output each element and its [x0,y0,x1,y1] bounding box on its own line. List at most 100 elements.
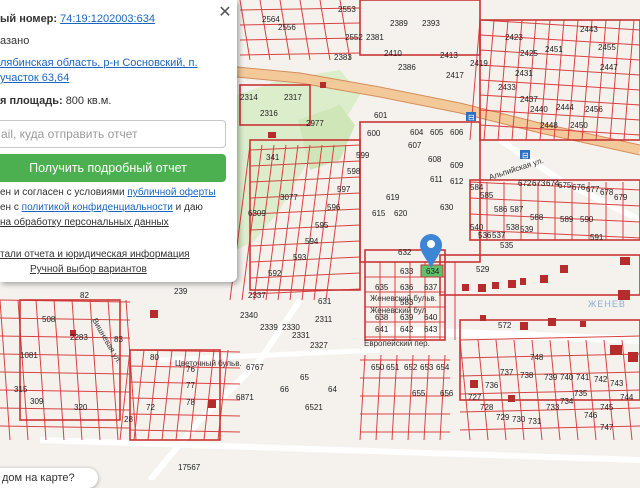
parcel-label: 590 [580,215,594,224]
parcel-label: 2381 [366,33,384,42]
parcel-label: 64 [328,385,337,394]
parcel-label: 592 [268,269,282,278]
consent-text: ен с [0,202,19,213]
parcel-label: 607 [408,141,422,150]
parcel-label: 740 [560,373,574,382]
cad-number-row: ый номер: 74:19:1202003:634 [0,13,155,25]
parcel-label: 2283 [70,333,88,342]
manual-selection-link[interactable]: Ручной выбор вариантов [30,264,147,275]
parcel-label: 612 [450,177,464,186]
parcel-label: 599 [356,151,370,160]
parcel-label: 601 [374,111,388,120]
parcel-label: 540 [470,223,484,232]
parcel-label: 2339 [260,323,278,332]
bus-stop-icon: ⊟ [466,112,476,122]
road-label: Женевский бульв. [370,294,437,303]
area-label: я площадь: [0,95,63,107]
parcel-label: 2450 [570,121,588,130]
parcel-label: 677 [586,185,600,194]
parcel-label: 78 [186,398,195,407]
parcel-label: 2455 [598,43,616,52]
parcel-label: 738 [520,371,534,380]
parcel-label: 2331 [292,331,310,340]
parcel-label: 6521 [305,403,323,412]
parcel-label: 620 [394,209,408,218]
parcel-label: 731 [528,417,542,426]
parcel-label: 634 [426,267,440,276]
road-label: Цветочный бульв. [175,359,242,368]
parcel-info-panel: ✕ ый номер: 74:19:1202003:634 азано ляби… [0,0,237,282]
parcel-label: 2552 [345,33,363,42]
svg-text:⊟: ⊟ [468,113,475,122]
address-line-1[interactable]: лябинская область, р-н Сосновский, п. [0,57,198,69]
parcel-label: 6767 [246,363,264,372]
parcel-label: 508 [42,315,56,324]
parcel-label: 2437 [520,95,538,104]
parcel-label: 598 [347,167,361,176]
parcel-label: 2425 [520,49,538,58]
parcel-label: 588 [530,213,544,222]
address-line-2[interactable]: участок 63,64 [0,72,69,84]
parcel-label: 653 [420,363,434,372]
parcel-label: 745 [600,403,614,412]
parcel-label: 6309 [248,209,266,218]
parcel-label: 66 [280,385,289,394]
parcel-label: 619 [386,193,400,202]
report-details-link[interactable]: тали отчета и юридическая информация [0,249,190,260]
parcel-label: 2456 [585,105,603,114]
parcel-label: 539 [520,225,534,234]
parcel-label: 741 [576,373,590,382]
parcel-label: 676 [572,183,586,192]
parcel-label: 678 [600,188,614,197]
parcel-label: 77 [186,381,195,390]
bottom-question-pill[interactable]: дом на карте? [0,468,98,488]
parcel-label: 606 [450,128,464,137]
cad-number-label: ый номер: [0,13,58,25]
parcel-label: 6871 [236,393,254,402]
consent-line-1: ен и согласен с условиями публичной офер… [0,187,216,198]
parcel-label: 650 [371,363,385,372]
parcel-label: 652 [404,363,418,372]
parcel-label: 2433 [498,83,516,92]
parcel-label: 656 [440,389,454,398]
parcel-label: 2556 [278,23,296,32]
bus-stop-icon: ⊟ [520,150,530,160]
parcel-label: 585 [480,191,494,200]
parcel-label: 739 [544,373,558,382]
parcel-label: 633 [400,267,414,276]
close-icon[interactable]: ✕ [217,5,233,21]
parcel-label: 742 [594,375,608,384]
parcel-label: 65 [300,373,309,382]
privacy-policy-link[interactable]: политикой конфиденциальности [22,202,173,213]
parcel-label: 2340 [240,311,258,320]
parcel-label: 593 [293,253,307,262]
parcel-label: 594 [305,237,319,246]
offer-link[interactable]: публичной оферты [127,187,215,198]
svg-text:⊟: ⊟ [522,151,529,160]
parcel-label: 80 [150,353,159,362]
parcel-label: 651 [386,363,400,372]
parcel-label: 2419 [470,59,488,68]
cad-number-link[interactable]: 74:19:1202003:634 [60,13,155,25]
parcel-label: 642 [400,325,414,334]
parcel-label: 672 [518,179,532,188]
parcel-label: 572 [498,321,512,330]
parcel-label: 747 [600,423,614,432]
parcel-label: 636 [400,283,414,292]
parcel-label: 608 [428,155,442,164]
parcel-label: 679 [614,193,628,202]
parcel-label: 632 [398,248,412,257]
parcel-label: 737 [500,368,514,377]
parcel-label: 673 [532,179,546,188]
parcel-label: 2977 [306,119,324,128]
personal-data-link[interactable]: на обработку персональных данных [0,217,169,228]
status-text: азано [0,35,30,47]
parcel-label: 535 [500,241,514,250]
get-report-button[interactable]: Получить подробный отчет [0,154,226,182]
consent-text: и даю [175,202,203,213]
parcel-label: 604 [410,128,424,137]
parcel-label: 746 [584,411,598,420]
parcel-label: 748 [530,353,544,362]
email-field[interactable] [0,120,226,148]
road-label: Женевский бул [370,306,427,315]
